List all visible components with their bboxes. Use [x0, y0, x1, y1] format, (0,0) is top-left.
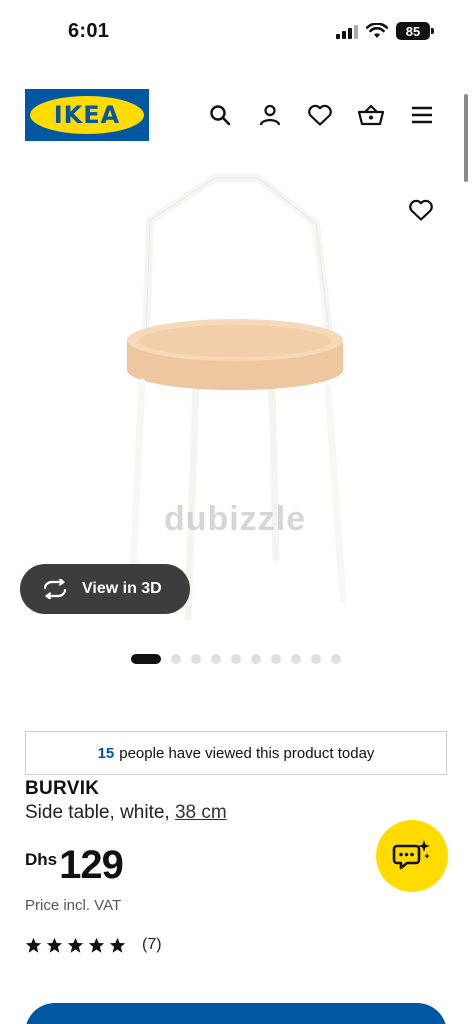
product-name: BURVIK	[25, 778, 100, 799]
rotate-3d-icon	[43, 579, 67, 599]
vat-note: Price incl. VAT	[25, 897, 122, 914]
product-price: Dhs 129	[25, 843, 124, 888]
search-icon[interactable]	[205, 100, 235, 130]
watermark: dubizzle	[164, 500, 307, 538]
status-time: 6:01	[68, 20, 110, 42]
basket-icon[interactable]	[356, 100, 386, 130]
menu-icon[interactable]	[407, 100, 437, 130]
star-icon	[46, 937, 63, 953]
battery-icon: 85	[396, 22, 434, 40]
profile-icon[interactable]	[255, 100, 285, 130]
site-header: IKEA	[0, 88, 472, 142]
product-description-text: Side table, white,	[25, 802, 170, 823]
add-to-wishlist-heart-icon[interactable]	[408, 198, 436, 226]
carousel-dot[interactable]	[171, 654, 181, 664]
cellular-signal-icon	[336, 23, 358, 39]
status-bar: 6:01 85	[0, 0, 472, 64]
carousel-dot[interactable]	[131, 654, 161, 664]
carousel-dot[interactable]	[291, 654, 301, 664]
carousel-dot[interactable]	[251, 654, 261, 664]
chat-assistant-button[interactable]	[376, 820, 448, 892]
product-image	[127, 174, 347, 622]
star-icon	[67, 937, 84, 953]
add-to-bag-button[interactable]	[25, 1003, 447, 1024]
product-image-gallery[interactable]	[0, 160, 472, 630]
product-size-link[interactable]: 38 cm	[175, 802, 227, 823]
image-carousel-indicator	[131, 654, 341, 664]
price-currency: Dhs	[25, 850, 58, 869]
carousel-dot[interactable]	[211, 654, 221, 664]
chat-sparkle-icon	[392, 840, 430, 870]
view-in-3d-label: View in 3D	[82, 580, 162, 597]
carousel-dot[interactable]	[331, 654, 341, 664]
viewed-count: 15	[97, 744, 115, 762]
view-in-3d-button[interactable]: View in 3D	[20, 564, 190, 614]
star-icon	[88, 937, 105, 953]
review-count: (7)	[142, 936, 162, 953]
product-description: Side table, white, 38 cm	[25, 802, 227, 824]
carousel-dot[interactable]	[191, 654, 201, 664]
star-icon	[25, 937, 42, 953]
ikea-logo[interactable]: IKEA	[25, 89, 149, 141]
carousel-dot[interactable]	[231, 654, 241, 664]
carousel-dot[interactable]	[311, 654, 321, 664]
carousel-dot[interactable]	[271, 654, 281, 664]
status-icons: 85	[336, 22, 434, 40]
price-amount: 129	[59, 843, 124, 887]
wishlist-heart-icon[interactable]	[305, 100, 335, 130]
wifi-icon	[366, 23, 388, 38]
product-rating[interactable]: (7)	[25, 936, 162, 954]
logo-text: IKEA	[53, 101, 121, 129]
star-icon	[109, 937, 126, 953]
viewed-text: people have viewed this product today	[119, 744, 375, 762]
viewed-today-banner: 15 people have viewed this product today	[25, 731, 447, 775]
